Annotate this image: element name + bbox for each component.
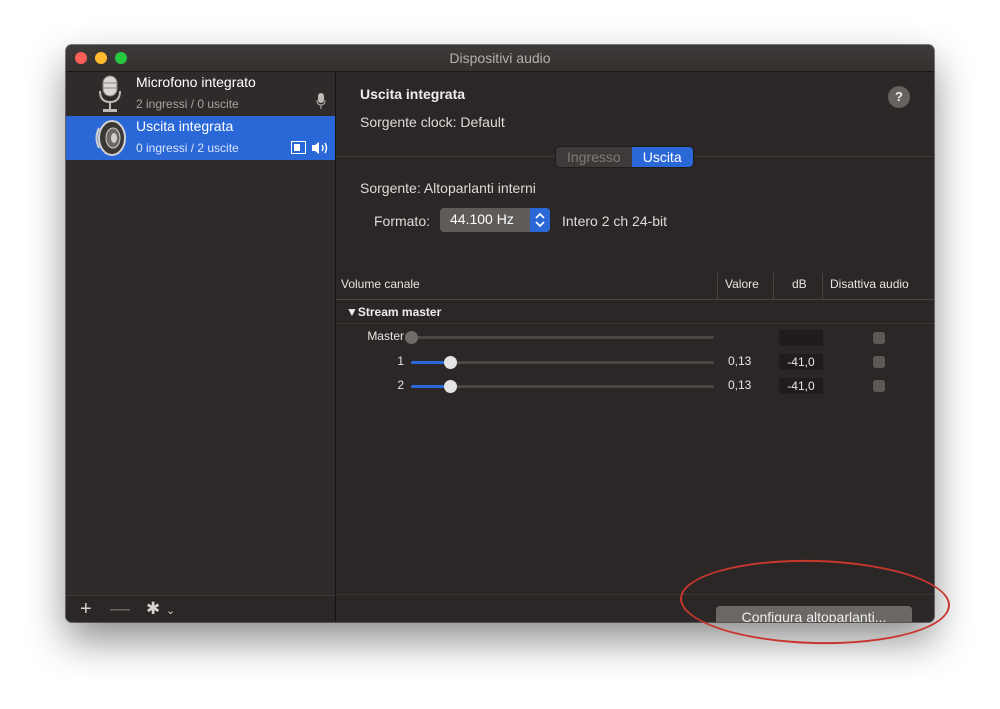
speaker-icon <box>95 120 126 156</box>
column-volume: Volume canale <box>341 277 420 291</box>
device-name: Microfono integrato <box>136 74 256 90</box>
column-divider <box>717 273 718 299</box>
tab-ingresso[interactable]: Ingresso <box>556 147 632 167</box>
mute-checkbox[interactable] <box>873 380 885 392</box>
device-name: Uscita integrata <box>136 118 234 134</box>
volume-slider[interactable] <box>411 380 714 393</box>
column-value: Valore <box>725 277 759 291</box>
header-divider <box>336 299 934 300</box>
device-sidebar: Microfono integrato 2 ingressi / 0 uscit… <box>66 72 336 622</box>
device-detail-panel: Uscita integrata Sorgente clock: Default… <box>336 72 934 622</box>
io-segmented-control: Ingresso Uscita <box>556 147 693 167</box>
device-item-microphone[interactable]: Microfono integrato 2 ingressi / 0 uscit… <box>66 72 335 116</box>
close-button[interactable] <box>75 52 87 64</box>
volume-slider[interactable] <box>411 356 714 369</box>
chevron-down-icon[interactable]: ⌄ <box>166 599 175 622</box>
sidebar-toolbar: + — ✱ ⌄ <box>66 595 335 622</box>
device-title: Uscita integrata <box>360 86 466 102</box>
slider-knob[interactable] <box>405 331 418 344</box>
source-label: Sorgente: Altoparlanti interni <box>360 180 536 196</box>
db-field[interactable]: -41,0 <box>779 354 823 370</box>
zoom-button[interactable] <box>115 52 127 64</box>
clock-source: Sorgente clock: Default <box>360 114 505 130</box>
tab-uscita[interactable]: Uscita <box>631 147 693 167</box>
format-description: Intero 2 ch 24-bit <box>562 213 668 229</box>
format-popup[interactable]: 44.100 Hz <box>440 208 550 232</box>
help-button[interactable]: ? <box>888 86 910 108</box>
title-bar[interactable]: Dispositivi audio <box>66 45 934 72</box>
group-divider <box>336 323 934 324</box>
db-field[interactable]: -41,0 <box>779 378 823 394</box>
column-mute: Disattiva audio <box>830 277 909 291</box>
add-device-button[interactable]: + <box>80 597 92 621</box>
channel-label: 2 <box>397 378 404 392</box>
window-title: Dispositivi audio <box>449 50 551 66</box>
volume-slider[interactable] <box>405 331 714 344</box>
remove-device-button[interactable]: — <box>110 597 130 621</box>
value-text: 0,13 <box>728 354 752 368</box>
microphone-icon <box>99 75 121 112</box>
slider-knob[interactable] <box>444 380 458 393</box>
input-mic-icon <box>316 93 326 109</box>
mute-checkbox[interactable] <box>873 356 885 368</box>
device-io: 0 ingressi / 2 uscite <box>136 141 239 155</box>
channel-label: Master <box>367 329 404 343</box>
minimize-button[interactable] <box>95 52 107 64</box>
column-divider <box>773 273 774 299</box>
updown-chevron-icon <box>530 208 550 232</box>
default-output-icons <box>291 141 328 154</box>
device-io: 2 ingressi / 0 uscite <box>136 97 239 111</box>
slider-knob[interactable] <box>444 356 458 369</box>
column-divider <box>822 273 823 299</box>
db-field <box>779 330 823 346</box>
mute-checkbox[interactable] <box>873 332 885 344</box>
stream-master-group[interactable]: ▼Stream master <box>346 305 441 319</box>
format-label: Formato: <box>373 213 430 229</box>
gear-icon[interactable]: ✱ <box>146 597 160 621</box>
value-text: 0,13 <box>728 378 752 392</box>
format-value: 44.100 Hz <box>450 211 514 227</box>
audio-devices-window: Dispositivi audio Microfono integrato 2 … <box>66 45 934 622</box>
column-db: dB <box>792 277 807 291</box>
device-item-output[interactable]: Uscita integrata 0 ingressi / 2 uscite <box>66 116 335 160</box>
channel-label: 1 <box>397 354 404 368</box>
